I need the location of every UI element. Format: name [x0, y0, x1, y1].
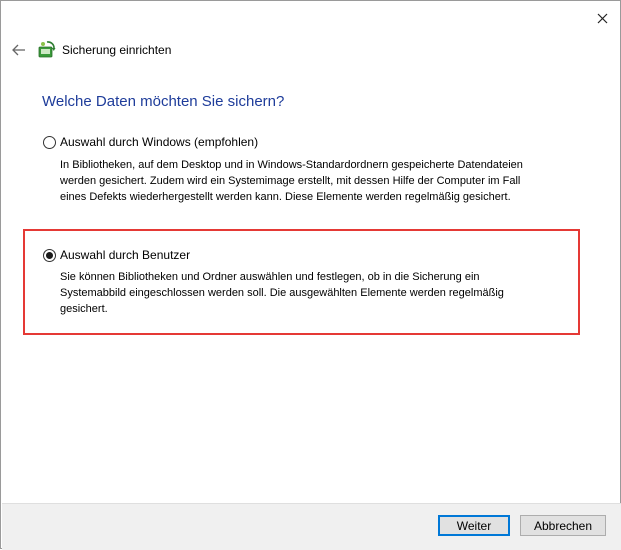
description-line: gesichert. [60, 303, 108, 315]
option-windows-description: In Bibliotheken, auf dem Desktop und in … [60, 157, 523, 205]
radio-windows-choice[interactable] [43, 136, 56, 149]
description-line: werden gesichert. Zudem wird ein Systemi… [60, 175, 521, 187]
cancel-button[interactable]: Abbrechen [520, 515, 606, 536]
page-heading: Welche Daten möchten Sie sichern? [42, 93, 285, 110]
option-windows-label[interactable]: Auswahl durch Windows (empfohlen) [60, 135, 258, 149]
option-user-label[interactable]: Auswahl durch Benutzer [60, 248, 190, 262]
back-arrow-icon[interactable] [11, 43, 27, 57]
window-title: Sicherung einrichten [62, 43, 172, 57]
option-user-description: Sie können Bibliotheken und Ordner auswä… [60, 269, 504, 317]
description-line: In Bibliotheken, auf dem Desktop und in … [60, 159, 523, 171]
description-line: Sie können Bibliotheken und Ordner auswä… [60, 271, 480, 283]
description-line: eines Defekts wiederhergestellt werden k… [60, 191, 511, 203]
button-bar: Weiter Abbrechen [2, 503, 621, 550]
radio-selected-dot [46, 252, 53, 259]
description-line: Systemabbild eingeschlossen werden soll.… [60, 287, 504, 299]
backup-icon [38, 41, 56, 59]
radio-user-choice[interactable] [43, 249, 56, 262]
next-button[interactable]: Weiter [438, 515, 510, 536]
close-icon[interactable] [591, 9, 613, 29]
dialog-window: Sicherung einrichten Welche Daten möchte… [0, 0, 621, 550]
